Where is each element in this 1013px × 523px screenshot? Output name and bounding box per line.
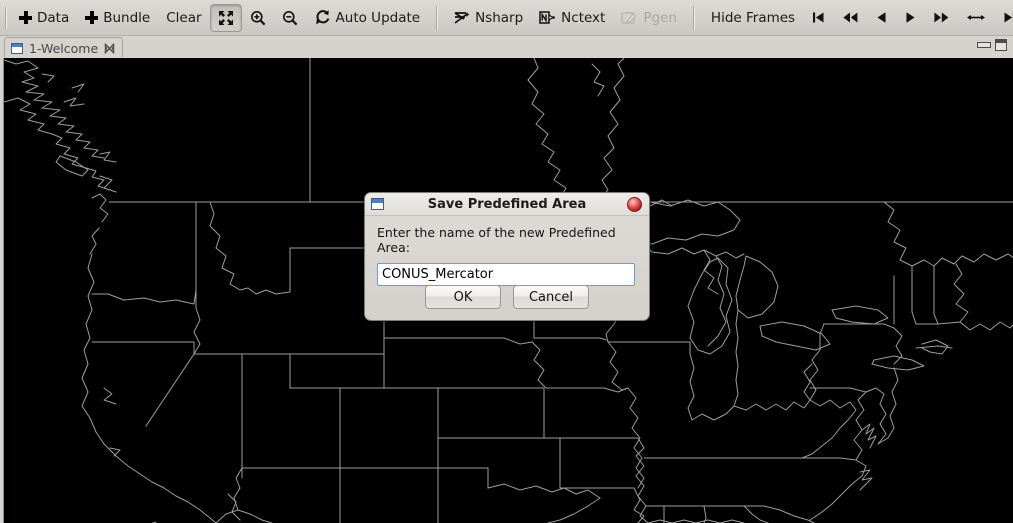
- ok-button[interactable]: OK: [425, 285, 501, 309]
- application-window: Data Bundle Clear Auto Update Nsharp Nct…: [0, 0, 1013, 523]
- skip-to-end-icon: [1002, 10, 1013, 25]
- fast-forward-icon: [933, 10, 950, 25]
- dialog-body: Enter the name of the new Predefined Are…: [365, 216, 649, 286]
- dialog-title-bar[interactable]: Save Predefined Area: [365, 193, 649, 216]
- plus-icon: [19, 11, 32, 24]
- nctext-button[interactable]: Nctext: [531, 4, 613, 32]
- dialog-button-row: OK Cancel: [365, 285, 649, 309]
- zoom-out-button[interactable]: [274, 4, 306, 32]
- dialog-prompt-label: Enter the name of the new Predefined Are…: [377, 225, 616, 255]
- minimize-icon[interactable]: [977, 40, 991, 50]
- zoom-in-icon: [250, 10, 266, 26]
- toolbar-drag-handle[interactable]: [5, 6, 7, 29]
- nsharp-icon: [454, 10, 470, 26]
- toolbar-separator: [692, 5, 695, 30]
- pan-fit-icon: [218, 10, 234, 26]
- skip-to-start-icon: [811, 10, 826, 25]
- add-bundle-label: Bundle: [103, 9, 151, 26]
- pgen-label: Pgen: [643, 9, 677, 26]
- window-icon: [11, 42, 23, 54]
- rewind-icon: [842, 10, 859, 25]
- nctext-icon: [539, 10, 556, 26]
- zoom-out-icon: [282, 10, 298, 26]
- pgen-pencil-icon: [621, 10, 638, 26]
- dialog-title: Save Predefined Area: [427, 196, 587, 212]
- area-name-input[interactable]: [377, 263, 635, 286]
- left-right-arrow-icon: [966, 10, 986, 25]
- clear-label: Clear: [166, 9, 202, 26]
- refresh-icon: [314, 9, 331, 26]
- add-data-label: Data: [37, 9, 70, 26]
- panel-window-controls: [977, 39, 1007, 51]
- window-icon: [371, 198, 384, 210]
- hide-frames-button[interactable]: Hide Frames: [703, 4, 803, 32]
- hide-frames-label: Hide Frames: [710, 9, 796, 26]
- add-data-button[interactable]: Data: [11, 4, 77, 32]
- auto-update-label: Auto Update: [335, 9, 421, 26]
- play-button[interactable]: [896, 4, 925, 32]
- pan-fit-button[interactable]: [209, 3, 242, 32]
- toolbar-separator: [436, 5, 439, 30]
- clear-button[interactable]: Clear: [158, 4, 209, 32]
- previous-frame-button[interactable]: [867, 4, 896, 32]
- main-toolbar: Data Bundle Clear Auto Update Nsharp Nct…: [0, 0, 1013, 36]
- auto-update-button[interactable]: Auto Update: [306, 4, 429, 32]
- tab-strip: 1-Welcome: [0, 36, 1013, 58]
- nsharp-button[interactable]: Nsharp: [446, 4, 531, 32]
- add-bundle-button[interactable]: Bundle: [77, 4, 158, 32]
- rewind-button[interactable]: [834, 4, 867, 32]
- nctext-label: Nctext: [561, 9, 606, 26]
- last-frame-button[interactable]: [994, 4, 1013, 32]
- maximize-icon[interactable]: [995, 39, 1007, 51]
- tab-1-welcome[interactable]: 1-Welcome: [4, 37, 124, 58]
- nsharp-label: Nsharp: [475, 9, 524, 26]
- first-frame-button[interactable]: [803, 4, 834, 32]
- play-forward-icon: [904, 10, 917, 25]
- loop-button[interactable]: [958, 4, 994, 32]
- save-predefined-area-dialog: Save Predefined Area Enter the name of t…: [364, 192, 650, 321]
- zoom-in-button[interactable]: [242, 4, 274, 32]
- tab-label: 1-Welcome: [29, 40, 99, 56]
- close-circle-icon[interactable]: [627, 197, 642, 212]
- close-x-icon[interactable]: [104, 42, 115, 54]
- cancel-button[interactable]: Cancel: [513, 285, 589, 309]
- pgen-button[interactable]: Pgen: [613, 4, 685, 32]
- plus-icon: [85, 11, 99, 24]
- fast-forward-button[interactable]: [925, 4, 958, 32]
- play-back-icon: [875, 10, 888, 25]
